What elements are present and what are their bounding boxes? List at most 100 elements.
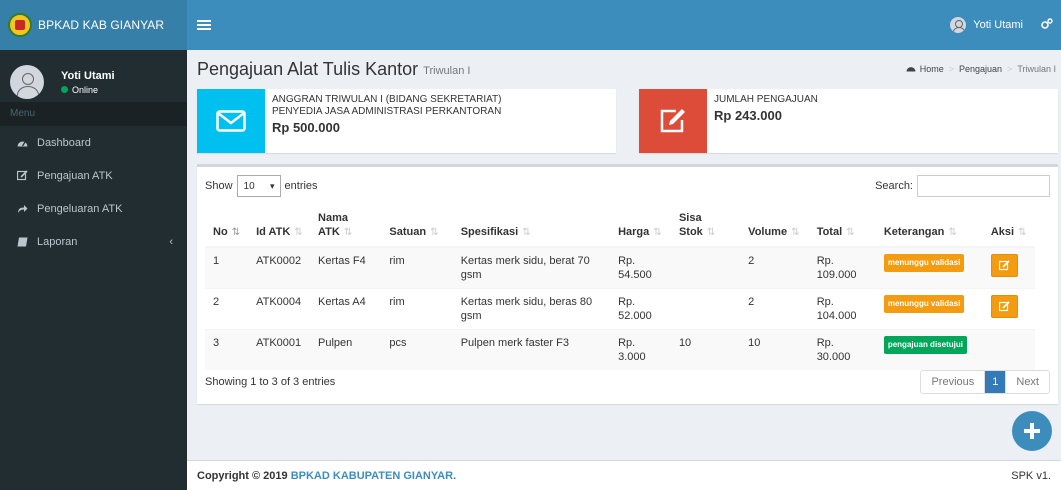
edit-button[interactable] — [990, 254, 1018, 277]
sidebar-item-pengajuan-atk[interactable]: Pengajuan ATK — [0, 159, 187, 192]
edit-button[interactable] — [990, 295, 1018, 318]
online-status: Online — [61, 85, 115, 95]
sidebar-item-pengeluaran-atk[interactable]: Pengeluaran ATK — [0, 192, 187, 225]
sidebar-item-dashboard[interactable]: Dashboard — [0, 126, 187, 159]
status-badge: menunggu validasi — [883, 254, 965, 272]
column-header-aksi[interactable]: Aksi ⇅ — [982, 205, 1035, 248]
column-header-nama-atk[interactable]: Nama ATK ⇅ — [310, 205, 382, 248]
pengajuan-table: No ⇅ Id ATK ⇅ Nama ATK ⇅ Satuan ⇅ Spesifikas… — [205, 205, 1035, 370]
cell-aksi — [982, 246, 1035, 289]
cell-keterangan: menunggu validasi — [875, 288, 983, 330]
pagination-next[interactable]: Next — [1005, 371, 1049, 393]
breadcrumb: Home > Pengajuan > Triwulan I — [906, 64, 1056, 74]
breadcrumb-pengajuan[interactable]: Pengajuan — [959, 64, 1002, 74]
column-header-sisa-stok[interactable]: Sisa Stok ⇅ — [670, 205, 741, 248]
navbar-user-name: Yoti Utami — [973, 19, 1023, 31]
column-header-total[interactable]: Total ⇅ — [808, 205, 876, 248]
breadcrumb-separator: > — [1007, 64, 1013, 74]
cell-no: 2 — [205, 288, 249, 330]
page-subtitle: Triwulan I — [423, 65, 471, 77]
user-panel: Yoti Utami Online — [0, 50, 187, 99]
online-dot-icon — [61, 86, 68, 93]
sidebar-item-laporan[interactable]: Laporan ‹ — [0, 225, 187, 258]
column-header-volume[interactable]: Volume ⇅ — [740, 205, 809, 248]
table-header-row: No ⇅ Id ATK ⇅ Nama ATK ⇅ Satuan ⇅ Spesifikas… — [205, 205, 1035, 248]
top-navbar: Yoti Utami — [187, 0, 1061, 50]
cell-volume: 2 — [740, 246, 809, 289]
cell-spesifikasi: Kertas merk sidu, berat 70 gsm — [452, 246, 611, 289]
info-box-label: PENYEDIA JASA ADMINISTRASI PERKANTORAN — [272, 106, 502, 117]
info-box-label: ANGGRAN TRIWULAN I (BIDANG SEKRETARIAT) — [272, 94, 502, 105]
footer-brand-link[interactable]: BPKAD KABUPATEN GIANYAR. — [291, 470, 456, 482]
cell-id-atk: ATK0001 — [248, 329, 311, 370]
edit-icon — [639, 89, 707, 153]
column-header-satuan[interactable]: Satuan ⇅ — [381, 205, 453, 248]
envelope-icon — [197, 89, 265, 153]
cell-spesifikasi: Kertas merk sidu, beras 80 gsm — [452, 288, 611, 330]
cell-harga: Rp. 54.500 — [610, 246, 671, 289]
cell-sisa-stok — [670, 288, 741, 330]
gears-icon[interactable] — [1033, 17, 1061, 33]
sidebar-item-label: Laporan — [37, 235, 78, 248]
cell-keterangan: pengajuan disetujui — [875, 329, 983, 370]
cell-satuan: pcs — [381, 329, 453, 370]
gianyar-emblem-icon — [8, 13, 32, 37]
page-title: Pengajuan Alat Tulis Kantor — [197, 58, 419, 79]
column-header-keterangan[interactable]: Keterangan ⇅ — [875, 205, 983, 248]
cell-spesifikasi: Pulpen merk faster F3 — [452, 329, 611, 370]
avatar — [950, 17, 967, 33]
sidebar-toggle-icon[interactable] — [197, 20, 211, 30]
app-logo-text: BPKAD KAB GIANYAR — [38, 18, 165, 32]
menu-header: Menu — [0, 102, 187, 126]
search-label: Search: — [875, 180, 913, 192]
cell-volume: 10 — [740, 329, 809, 370]
table-controls: Show 10 entries Search: — [205, 175, 1050, 197]
show-label: Show — [205, 180, 233, 192]
online-status-label: Online — [72, 84, 99, 95]
sidebar-item-label: Dashboard — [37, 136, 91, 149]
cell-id-atk: ATK0004 — [248, 288, 311, 330]
table-row: 2 ATK0004 Kertas A4 rim Kertas merk sidu… — [205, 288, 1035, 330]
pagination-previous[interactable]: Previous — [921, 371, 984, 393]
sidebar: Yoti Utami Online Menu Dashboard Pengaju… — [0, 50, 187, 490]
cell-nama-atk: Kertas A4 — [310, 288, 382, 330]
cell-aksi — [982, 329, 1035, 370]
breadcrumb-separator: > — [948, 64, 954, 74]
sidebar-item-label: Pengajuan ATK — [37, 169, 113, 182]
table-row: 3 ATK0001 Pulpen pcs Pulpen merk faster … — [205, 329, 1035, 370]
cell-satuan: rim — [381, 246, 453, 289]
status-badge: pengajuan disetujui — [883, 336, 967, 354]
pagination-page[interactable]: 1 — [984, 371, 1006, 393]
cell-aksi — [982, 288, 1035, 330]
search-input[interactable] — [917, 175, 1050, 197]
entries-length-select[interactable]: 10 — [236, 175, 281, 197]
footer: Copyright © 2019 BPKAD KABUPATEN GIANYAR… — [187, 460, 1061, 490]
table-footer: Showing 1 to 3 of 3 entries Previous 1 N… — [205, 370, 1050, 394]
add-button[interactable] — [1012, 411, 1052, 451]
column-header-harga[interactable]: Harga ⇅ — [610, 205, 671, 248]
share-icon — [15, 204, 29, 214]
table-box: Show 10 entries Search: No⇅ Id ATK⇅ Nama… — [197, 164, 1058, 404]
edit-icon — [15, 170, 29, 181]
column-header-id-atk[interactable]: Id ATK ⇅ — [248, 205, 311, 248]
cell-sisa-stok — [670, 246, 741, 289]
cell-harga: Rp. 52.000 — [610, 288, 671, 330]
edit-icon — [998, 301, 1010, 312]
app-logo[interactable]: BPKAD KAB GIANYAR — [0, 0, 187, 50]
edit-icon — [998, 260, 1010, 271]
cell-total: Rp. 30.000 — [808, 329, 876, 370]
info-box-label: JUMLAH PENGAJUAN — [714, 94, 818, 105]
cell-id-atk: ATK0002 — [248, 246, 311, 289]
cell-volume: 2 — [740, 288, 809, 330]
breadcrumb-current: Triwulan I — [1017, 64, 1056, 74]
column-header-no[interactable]: No ⇅ — [205, 205, 249, 248]
cell-sisa-stok: 10 — [670, 329, 741, 370]
pagination: Previous 1 Next — [920, 370, 1050, 394]
user-menu[interactable]: Yoti Utami — [940, 17, 1033, 33]
dashboard-icon — [906, 64, 916, 74]
cell-nama-atk: Pulpen — [310, 329, 382, 370]
column-header-spesifikasi[interactable]: Spesifikasi ⇅ — [452, 205, 611, 248]
cell-harga: Rp. 3.000 — [610, 329, 671, 370]
breadcrumb-home[interactable]: Home — [920, 64, 944, 74]
info-box-value: Rp 500.000 — [272, 120, 340, 135]
